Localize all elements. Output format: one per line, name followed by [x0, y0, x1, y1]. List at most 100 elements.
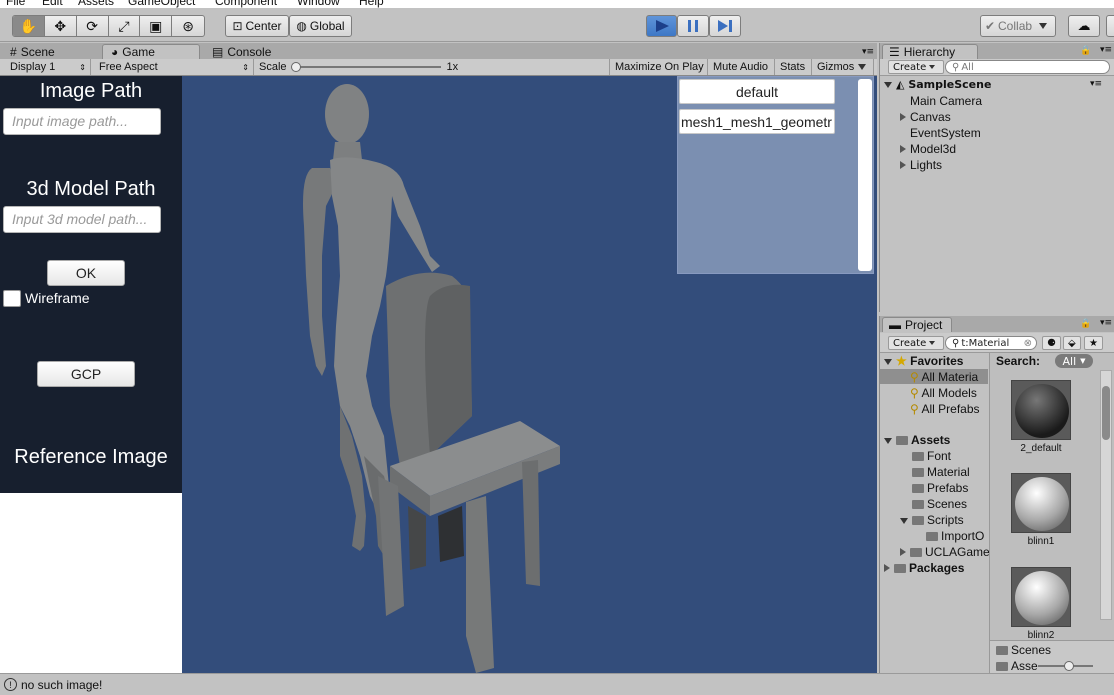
account-button[interactable]: [1106, 15, 1114, 37]
hierarchy-item-eventsystem[interactable]: EventSystem: [910, 126, 981, 140]
console-icon: ▤: [212, 44, 224, 59]
scale-slider-thumb[interactable]: [290, 62, 301, 72]
fav-all-models[interactable]: ⚲ All Models: [910, 386, 977, 400]
asset-grid-scrollbar[interactable]: [1100, 370, 1112, 620]
panel-menu-icon[interactable]: ▾≡: [862, 47, 874, 57]
material-thumb-blinn2[interactable]: [1011, 567, 1071, 627]
gizmos-dropdown[interactable]: Gizmos: [812, 59, 874, 75]
collab-dropdown[interactable]: ✔ Collab: [980, 15, 1056, 37]
mesh-button-default[interactable]: default: [679, 79, 835, 104]
filter-type-icon[interactable]: ⚈: [1042, 336, 1061, 350]
stats-toggle[interactable]: Stats: [775, 59, 812, 75]
maximize-on-play-toggle[interactable]: Maximize On Play: [609, 59, 708, 75]
lock-icon[interactable]: 🔒: [1080, 319, 1091, 329]
menu-component[interactable]: Component: [215, 0, 277, 8]
hierarchy-item-canvas[interactable]: Canvas: [900, 110, 951, 124]
expand-icon: [900, 113, 906, 121]
scroll-thumb[interactable]: [1102, 386, 1110, 440]
folder-icon: [910, 548, 922, 557]
tag-icon[interactable]: ⬙: [1063, 336, 1081, 350]
tab-scene[interactable]: # Scene: [2, 44, 100, 59]
pause-button[interactable]: [677, 15, 709, 37]
cloud-button[interactable]: ☁: [1068, 15, 1100, 37]
transform-icon[interactable]: ⊛: [172, 16, 204, 36]
menu-edit[interactable]: Edit: [42, 0, 63, 8]
clear-icon[interactable]: ⊗: [1024, 338, 1032, 349]
tree-scenes[interactable]: Scenes: [912, 497, 967, 511]
step-button[interactable]: [709, 15, 741, 37]
search-icon: ⚲: [910, 370, 919, 384]
search-scope-all[interactable]: All ▼: [1055, 354, 1093, 368]
hierarchy-search-input[interactable]: ⚲ All: [945, 60, 1110, 74]
project-create-button[interactable]: Create: [888, 336, 945, 350]
menu-assets[interactable]: Assets: [78, 0, 114, 8]
chevron-down-icon: [858, 64, 867, 70]
mute-audio-toggle[interactable]: Mute Audio: [708, 59, 775, 75]
folder-icon: [896, 436, 908, 445]
tree-font[interactable]: Font: [912, 449, 951, 463]
play-button[interactable]: [646, 15, 677, 37]
slider-thumb[interactable]: [1064, 661, 1074, 671]
folder-icon: [912, 484, 924, 493]
thumbnail-size-slider[interactable]: [1038, 661, 1093, 671]
fav-all-materials[interactable]: ⚲ All Materia: [910, 370, 978, 384]
scale-slider[interactable]: [290, 62, 441, 72]
ok-button[interactable]: OK: [47, 260, 125, 286]
move-icon[interactable]: ✥: [45, 16, 77, 36]
menu-help[interactable]: Help: [359, 0, 384, 8]
space-global-button[interactable]: ◍ Global: [289, 15, 352, 37]
project-search-input[interactable]: ⚲ t:Material ⊗: [945, 336, 1037, 350]
expand-icon: [884, 564, 890, 572]
tab-game[interactable]: ◕ Game: [102, 44, 200, 59]
expand-icon: [884, 359, 892, 365]
material-thumb-2-default[interactable]: [1011, 380, 1071, 440]
rotate-icon[interactable]: ⟳: [77, 16, 109, 36]
search-icon: ⚲: [952, 61, 960, 73]
scale-icon[interactable]: ⤢: [109, 16, 141, 36]
scene-menu-icon[interactable]: ▾≡: [1090, 79, 1102, 89]
mesh-button-mesh1[interactable]: mesh1_mesh1_geometr: [679, 109, 835, 134]
tree-material[interactable]: Material: [912, 465, 970, 479]
tree-assets[interactable]: Assets: [884, 433, 950, 447]
path-assets[interactable]: Asse: [996, 659, 1038, 673]
tree-prefabs[interactable]: Prefabs: [912, 481, 968, 495]
lock-icon[interactable]: 🔒: [1080, 46, 1091, 56]
tab-project[interactable]: ▬ Project: [882, 317, 952, 332]
status-message[interactable]: no such image!: [21, 678, 102, 692]
panel-menu-icon[interactable]: ▾≡: [1100, 45, 1112, 55]
step-icon: [718, 20, 732, 32]
material-thumb-blinn1[interactable]: [1011, 473, 1071, 533]
panel-menu-icon[interactable]: ▾≡: [1100, 318, 1112, 328]
image-path-input[interactable]: Input image path...: [3, 108, 161, 135]
menu-file[interactable]: File: [6, 0, 25, 8]
scene-root[interactable]: ◭ SampleScene: [884, 78, 991, 91]
path-scenes[interactable]: Scenes: [996, 643, 1051, 657]
tree-uclagame[interactable]: UCLAGame: [900, 545, 990, 559]
pivot-center-button[interactable]: ⊡ Center: [225, 15, 289, 37]
tab-hierarchy[interactable]: ☰ Hierarchy: [882, 44, 978, 59]
tree-packages[interactable]: Packages: [884, 561, 964, 575]
wireframe-checkbox[interactable]: [3, 290, 21, 307]
tree-favorites[interactable]: ★ Favorites: [884, 354, 963, 368]
cloud-icon: ☁: [1077, 18, 1091, 33]
aspect-dropdown[interactable]: Free Aspect ⇕: [94, 59, 254, 75]
tree-importo[interactable]: ImportO: [926, 529, 984, 543]
hierarchy-item-main-camera[interactable]: Main Camera: [910, 94, 982, 108]
star-icon[interactable]: ★: [1084, 336, 1103, 350]
display-dropdown[interactable]: Display 1 ⇕: [5, 59, 91, 75]
menu-window[interactable]: Window: [297, 0, 340, 8]
image-path-label: Image Path: [39, 80, 143, 102]
mesh-list-scrollbar[interactable]: [858, 79, 872, 271]
hand-icon[interactable]: ✋: [13, 16, 45, 36]
tree-scripts[interactable]: Scripts: [900, 513, 964, 527]
tab-console[interactable]: ▤ Console: [204, 44, 302, 59]
gcp-button[interactable]: GCP: [37, 361, 135, 387]
model-path-input[interactable]: Input 3d model path...: [3, 206, 161, 233]
center-tab-strip: # Scene ◕ Game ▤ Console ▾≡: [0, 43, 877, 59]
menu-gameobject[interactable]: GameObject: [128, 0, 195, 8]
hierarchy-item-model3d[interactable]: Model3d: [900, 142, 956, 156]
hierarchy-item-lights[interactable]: Lights: [900, 158, 942, 172]
hierarchy-create-button[interactable]: Create: [888, 60, 945, 74]
fav-all-prefabs[interactable]: ⚲ All Prefabs: [910, 402, 980, 416]
rect-icon[interactable]: ▣: [140, 16, 173, 36]
